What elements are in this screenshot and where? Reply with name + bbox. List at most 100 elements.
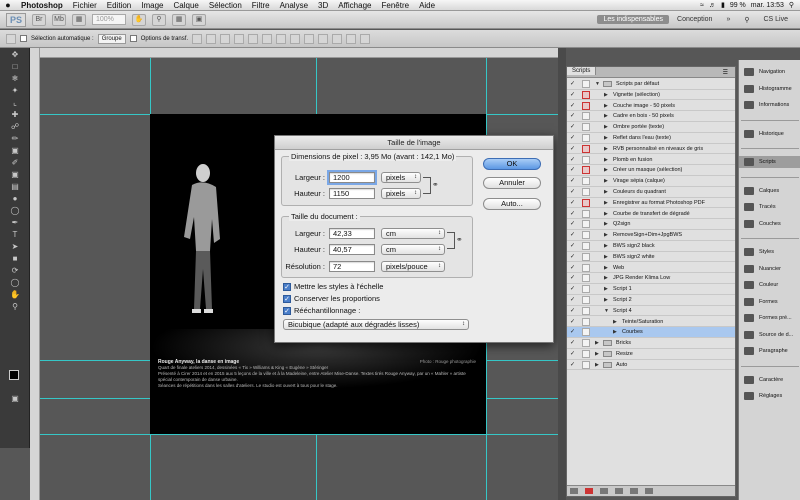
resolution-input[interactable]: 72: [329, 261, 375, 272]
panel-menu-icon[interactable]: ☰: [718, 68, 733, 77]
width-pixels-input[interactable]: 1200: [327, 170, 377, 185]
dialog-toggle-icon[interactable]: [582, 177, 590, 186]
toggle-checkmark-icon[interactable]: ✓: [570, 329, 577, 336]
toggle-checkmark-icon[interactable]: ✓: [570, 221, 577, 228]
dialog-toggle-icon[interactable]: [582, 263, 590, 272]
wifi-icon[interactable]: ≈: [700, 2, 704, 9]
dock-panel-button[interactable]: Formes: [739, 296, 800, 308]
auto-select-checkbox[interactable]: [20, 35, 27, 42]
distribute-vcenter-icon[interactable]: [290, 33, 301, 44]
height-pixels-input[interactable]: 1150: [329, 188, 375, 199]
toggle-checkmark-icon[interactable]: ✓: [570, 232, 577, 239]
menu-analyse[interactable]: Analyse: [275, 1, 313, 10]
script-set-row[interactable]: ✓ ▶ Auto: [567, 360, 735, 371]
lasso-tool-icon[interactable]: ❄: [6, 73, 24, 84]
collapsed-triangle-icon[interactable]: ▶: [604, 144, 608, 154]
script-action-row[interactable]: ✓ ▶ Teinte/Saturation: [567, 317, 735, 328]
align-left-icon[interactable]: [234, 33, 245, 44]
scripts-tab[interactable]: Scripts: [567, 67, 597, 75]
bridge-icon[interactable]: Br: [32, 13, 46, 26]
new-set-icon[interactable]: [614, 488, 623, 494]
hand-tool-icon[interactable]: ✋: [6, 289, 24, 300]
constrain-proportions-option[interactable]: ✓ Conserver les proportions: [283, 294, 380, 303]
align-vcenter-icon[interactable]: [206, 33, 217, 44]
script-action-row[interactable]: ✓ ▶ Vignette (sélection): [567, 90, 735, 101]
dialog-toggle-icon[interactable]: [582, 252, 590, 261]
toggle-checkmark-icon[interactable]: ✓: [570, 275, 577, 282]
marquee-tool-icon[interactable]: □: [6, 61, 24, 72]
dialog-toggle-icon[interactable]: [582, 242, 590, 250]
width-unit-select[interactable]: pixels: [381, 172, 421, 183]
collapsed-triangle-icon[interactable]: ▶: [604, 122, 608, 132]
collapsed-triangle-icon[interactable]: ▶: [604, 284, 608, 294]
3d-rotate-tool-icon[interactable]: ⟳: [6, 265, 24, 276]
search-icon[interactable]: ⚲: [738, 15, 755, 25]
script-action-row[interactable]: ✓ ▶ RVB personnalisé en niveaux de gris: [567, 144, 735, 155]
script-action-row[interactable]: ✓ ▶ Plomb en fusion: [567, 155, 735, 166]
dock-panel-button[interactable]: Informations: [739, 99, 800, 111]
doc-width-input[interactable]: 42,33: [329, 228, 375, 239]
collapsed-triangle-icon[interactable]: ▶: [595, 349, 599, 359]
collapsed-triangle-icon[interactable]: ▶: [604, 273, 608, 283]
quick-select-tool-icon[interactable]: ✦: [6, 85, 24, 96]
distribute-bottom-icon[interactable]: [304, 33, 315, 44]
doc-height-input[interactable]: 40,57: [329, 244, 375, 255]
script-action-row[interactable]: ✓ ▶ Script 2: [567, 295, 735, 306]
resolution-unit-select[interactable]: pixels/pouce: [381, 261, 445, 272]
screen-mode-icon[interactable]: ▣: [192, 13, 206, 26]
menu-3d[interactable]: 3D: [313, 1, 333, 10]
constrain-proportions-checkbox[interactable]: ✓: [283, 294, 291, 303]
dock-panel-button[interactable]: Paragraphe: [739, 345, 800, 357]
guide-line[interactable]: [40, 434, 558, 435]
toggle-checkmark-icon[interactable]: ✓: [570, 265, 577, 272]
script-action-row[interactable]: ✓ ▶ BWS sign2 white: [567, 252, 735, 263]
toggle-checkmark-icon[interactable]: ✓: [570, 286, 577, 293]
collapsed-triangle-icon[interactable]: ▶: [604, 165, 608, 175]
collapsed-triangle-icon[interactable]: ▶: [604, 155, 608, 165]
align-hcenter-icon[interactable]: [248, 33, 259, 44]
workspace-essentials-button[interactable]: Les indispensables: [597, 15, 670, 24]
menu-edition[interactable]: Edition: [102, 1, 136, 10]
dock-panel-button[interactable]: Calques: [739, 185, 800, 197]
toggle-checkmark-icon[interactable]: ✓: [570, 92, 577, 99]
height-unit-select[interactable]: pixels: [381, 188, 421, 199]
script-set-row[interactable]: ✓ ▶ Resize: [567, 349, 735, 360]
collapsed-triangle-icon[interactable]: ▶: [604, 230, 608, 240]
dodge-tool-icon[interactable]: ◯: [6, 205, 24, 216]
foreground-color-swatch[interactable]: [9, 370, 19, 380]
volume-icon[interactable]: ♬: [709, 2, 716, 9]
dialog-toggle-icon[interactable]: [582, 144, 590, 153]
arrange-documents-icon[interactable]: ▦: [172, 13, 186, 26]
toggle-checkmark-icon[interactable]: ✓: [570, 81, 577, 88]
dock-panel-button[interactable]: Couleur: [739, 279, 800, 291]
doc-width-unit-select[interactable]: cm: [381, 228, 445, 239]
distribute-right-icon[interactable]: [346, 33, 357, 44]
dock-panel-button[interactable]: Réglages: [739, 390, 800, 402]
dock-panel-button[interactable]: Histogramme: [739, 83, 800, 95]
zoom-tool-icon[interactable]: ⚲: [152, 13, 166, 26]
collapsed-triangle-icon[interactable]: ▶: [595, 360, 599, 370]
dialog-toggle-icon[interactable]: [582, 101, 590, 110]
toggle-checkmark-icon[interactable]: ✓: [570, 146, 577, 153]
brush-tool-icon[interactable]: ✏: [6, 133, 24, 144]
hand-tool-icon[interactable]: ✋: [132, 13, 146, 26]
battery-icon[interactable]: ▮: [721, 1, 725, 9]
zoom-level-field[interactable]: 100%: [92, 14, 126, 25]
gradient-tool-icon[interactable]: ▤: [6, 181, 24, 192]
expanded-triangle-icon[interactable]: ▼: [595, 79, 600, 89]
toggle-checkmark-icon[interactable]: ✓: [570, 351, 577, 358]
distribute-top-icon[interactable]: [276, 33, 287, 44]
menu-aide[interactable]: Aide: [414, 1, 440, 10]
script-action-row[interactable]: ✓ ▶ Ombre portée (texte): [567, 122, 735, 133]
eraser-tool-icon[interactable]: ▣: [6, 169, 24, 180]
guides-icon[interactable]: ▦: [72, 13, 86, 26]
auto-select-dropdown[interactable]: Groupe: [97, 33, 126, 44]
panel-collapse-strip[interactable]: [558, 48, 566, 500]
path-select-tool-icon[interactable]: ➤: [6, 241, 24, 252]
collapsed-triangle-icon[interactable]: ▶: [604, 241, 608, 251]
script-action-row[interactable]: ✓ ▶ Couche image - 50 pixels: [567, 101, 735, 112]
dialog-toggle-icon[interactable]: [582, 80, 590, 88]
menu-fichier[interactable]: Fichier: [68, 1, 102, 10]
script-action-row[interactable]: ✓ ▶ Courbe de transfert de dégradé: [567, 209, 735, 220]
eyedropper-tool-icon[interactable]: ✚: [6, 109, 24, 120]
